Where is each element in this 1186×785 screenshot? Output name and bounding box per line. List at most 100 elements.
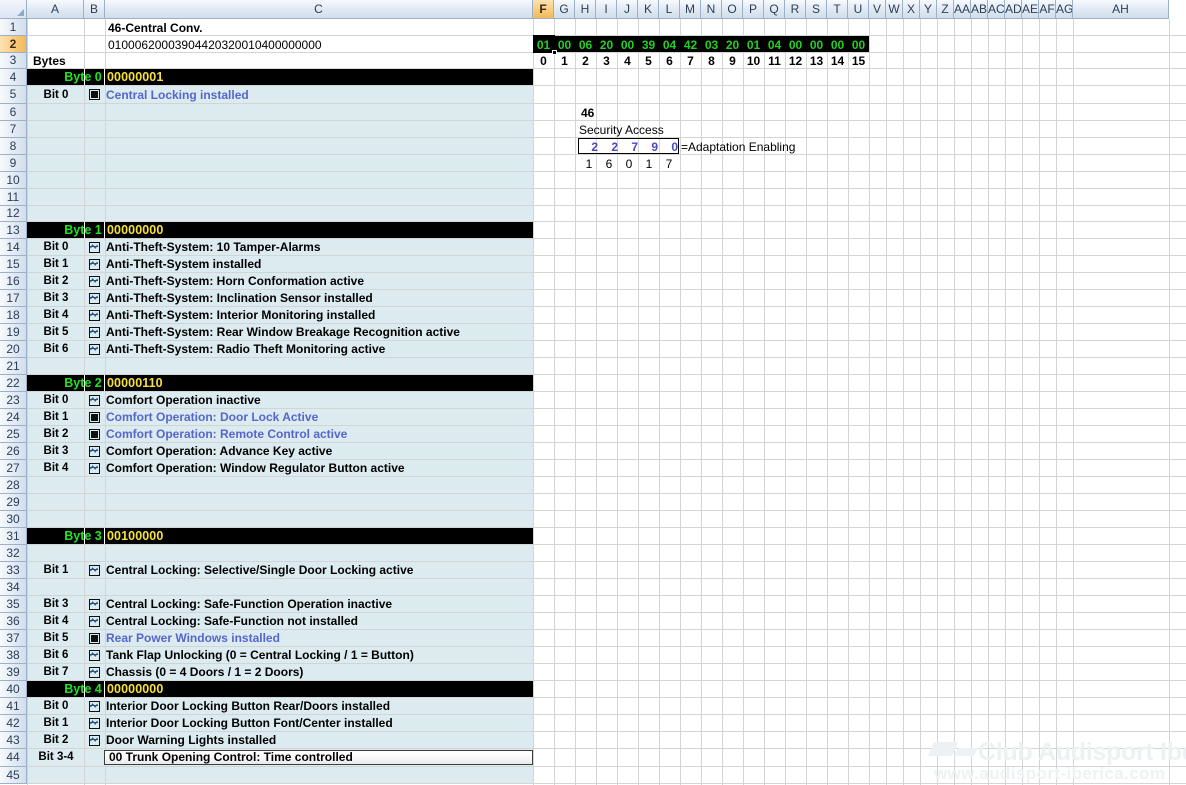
hex-value-13[interactable]: 00 [806,37,827,53]
column-header-B[interactable]: B [84,0,105,19]
checkbox-unchecked-2-0[interactable] [89,395,100,406]
hex-value-11[interactable]: 04 [764,37,785,53]
column-header-Y[interactable]: Y [920,0,937,19]
hex-value-9[interactable]: 20 [722,37,743,53]
checkbox-unchecked-3-0[interactable] [89,565,100,576]
spreadsheet-canvas[interactable]: A B C F G H I J K L M N O P Q R S T U V W X Y Z AA AB AC AD AE AF AG AH… [0,0,1186,785]
row-header-41[interactable]: 41 [0,698,27,715]
column-header-Q[interactable]: Q [764,0,785,19]
column-header-AB[interactable]: AB [971,0,988,19]
column-header-T[interactable]: T [827,0,848,19]
hex-value-6[interactable]: 04 [659,37,680,53]
row-header-38[interactable]: 38 [0,647,27,664]
row-header-33[interactable]: 33 [0,562,27,579]
row-header-13[interactable]: 13 [0,222,27,239]
hex-value-4[interactable]: 00 [617,37,638,53]
row-header-24[interactable]: 24 [0,409,27,426]
row-header-17[interactable]: 17 [0,290,27,307]
checkbox-unchecked-2-4[interactable] [89,463,100,474]
column-header-U[interactable]: U [848,0,869,19]
row-header-2[interactable]: 2 [0,36,27,53]
row-header-30[interactable]: 30 [0,511,27,528]
row-header-27[interactable]: 27 [0,460,27,477]
hex-value-14[interactable]: 00 [827,37,848,53]
row-header-20[interactable]: 20 [0,341,27,358]
hex-value-12[interactable]: 00 [785,37,806,53]
row-header-32[interactable]: 32 [0,545,27,562]
hex-value-15[interactable]: 00 [848,37,869,53]
row-header-28[interactable]: 28 [0,477,27,494]
hex-value-5[interactable]: 39 [638,37,659,53]
row-header-34[interactable]: 34 [0,579,27,596]
row-header-26[interactable]: 26 [0,443,27,460]
column-header-R[interactable]: R [785,0,806,19]
row-header-5[interactable]: 5 [0,86,27,104]
row-header-43[interactable]: 43 [0,732,27,749]
hex-value-7[interactable]: 42 [680,37,701,53]
row-header-39[interactable]: 39 [0,664,27,681]
row-header-11[interactable]: 11 [0,189,27,206]
row-header-23[interactable]: 23 [0,392,27,409]
column-header-AF[interactable]: AF [1039,0,1056,19]
row-header-40[interactable]: 40 [0,681,27,698]
column-header-AD[interactable]: AD [1005,0,1022,19]
select-all-corner[interactable] [0,0,27,19]
checkbox-unchecked-1-4[interactable] [89,310,100,321]
row-header-37[interactable]: 37 [0,630,27,647]
row-header-4[interactable]: 4 [0,69,27,86]
row-header-15[interactable]: 15 [0,256,27,273]
row-header-29[interactable]: 29 [0,494,27,511]
hex-value-0[interactable]: 01 [533,37,554,53]
column-header-F[interactable]: F [533,0,554,19]
checkbox-checked-0-0[interactable] [89,89,100,100]
column-header-Z[interactable]: Z [937,0,954,19]
checkbox-unchecked-3-2[interactable] [89,616,100,627]
column-header-AH[interactable]: AH [1073,0,1169,19]
column-header-A[interactable]: A [27,0,84,19]
column-header-N[interactable]: N [701,0,722,19]
column-header-S[interactable]: S [806,0,827,19]
row-header-35[interactable]: 35 [0,596,27,613]
column-header-V[interactable]: V [869,0,886,19]
hex-value-10[interactable]: 01 [743,37,764,53]
row-header-25[interactable]: 25 [0,426,27,443]
column-header-M[interactable]: M [680,0,701,19]
trunk-opening-control-dropdown[interactable]: 00 Trunk Opening Control: Time controlle… [104,750,533,765]
row-header-44[interactable]: 44 [0,749,27,767]
checkbox-unchecked-1-5[interactable] [89,327,100,338]
column-header-L[interactable]: L [659,0,680,19]
checkbox-checked-2-2[interactable] [89,429,100,440]
checkbox-unchecked-3-5[interactable] [89,667,100,678]
hex-value-1[interactable]: 00 [554,37,575,53]
column-header-J[interactable]: J [617,0,638,19]
column-header-C[interactable]: C [105,0,533,19]
checkbox-checked-3-3[interactable] [89,633,100,644]
row-header-1[interactable]: 1 [0,19,27,36]
row-header-18[interactable]: 18 [0,307,27,324]
checkbox-unchecked-3-1[interactable] [89,599,100,610]
checkbox-unchecked-2-3[interactable] [89,446,100,457]
checkbox-unchecked-1-1[interactable] [89,259,100,270]
row-header-36[interactable]: 36 [0,613,27,630]
checkbox-unchecked-1-6[interactable] [89,344,100,355]
hex-value-8[interactable]: 03 [701,37,722,53]
column-header-P[interactable]: P [743,0,764,19]
row-header-22[interactable]: 22 [0,375,27,392]
column-header-W[interactable]: W [886,0,903,19]
column-header-K[interactable]: K [638,0,659,19]
row-header-21[interactable]: 21 [0,358,27,375]
checkbox-unchecked-4-0[interactable] [89,701,100,712]
fill-handle[interactable] [552,50,557,55]
row-header-45[interactable]: 45 [0,767,27,784]
row-header-16[interactable]: 16 [0,273,27,290]
row-header-8[interactable]: 8 [0,138,27,155]
checkbox-unchecked-4-1[interactable] [89,718,100,729]
column-header-O[interactable]: O [722,0,743,19]
column-header-AG[interactable]: AG [1056,0,1073,19]
row-header-6[interactable]: 6 [0,104,27,121]
column-header-AE[interactable]: AE [1022,0,1039,19]
checkbox-unchecked-1-0[interactable] [89,242,100,253]
column-header-I[interactable]: I [596,0,617,19]
checkbox-unchecked-3-4[interactable] [89,650,100,661]
column-header-X[interactable]: X [903,0,920,19]
